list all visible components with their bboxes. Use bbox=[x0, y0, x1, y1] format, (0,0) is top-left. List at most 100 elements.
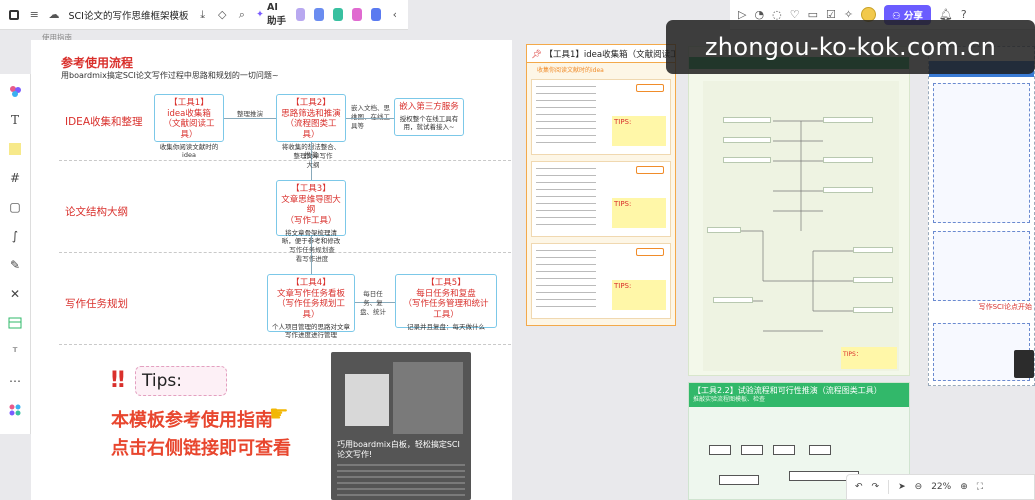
text-tool-icon[interactable]: T bbox=[6, 111, 24, 129]
tool4-box[interactable]: 【工具4】 文章写作任务看板 （写作任务规划工具） 个人项目管理的思路对文章写作… bbox=[267, 274, 355, 339]
plugin-icon-5[interactable] bbox=[370, 8, 381, 21]
outline-panel[interactable] bbox=[933, 231, 1030, 301]
flow-node[interactable] bbox=[709, 445, 731, 455]
mindmap-node[interactable] bbox=[723, 157, 771, 163]
tool2-name: 思路筛选和推演 bbox=[281, 108, 341, 119]
row-divider bbox=[59, 252, 511, 253]
outline-panel[interactable] bbox=[933, 83, 1030, 223]
mindmap-node[interactable] bbox=[723, 137, 771, 143]
mindmap-frame[interactable]: TIPS： bbox=[688, 46, 910, 376]
text-box-icon[interactable]: ᵀ bbox=[6, 343, 24, 361]
tool3-name: 文章思维导图大纲 bbox=[281, 194, 341, 216]
more-tools-icon[interactable]: ⋯ bbox=[6, 372, 24, 390]
zoom-out-icon[interactable]: ⊖ bbox=[915, 482, 923, 492]
mindmap-node[interactable] bbox=[707, 227, 741, 233]
mindmap-node[interactable] bbox=[823, 157, 873, 163]
zoom-toolbar: ↶ ↷ ➤ ⊖ 22% ⊕ ⛶ bbox=[846, 474, 1035, 500]
frame1-title: 📌︎ 【工具1】idea收集箱（文献阅读工具） bbox=[527, 45, 675, 63]
tool2-type: （流程图类工具） bbox=[285, 119, 337, 140]
mindmap-node[interactable] bbox=[713, 297, 753, 303]
sticky-note-icon[interactable] bbox=[6, 140, 24, 158]
mindmap-node[interactable] bbox=[823, 117, 873, 123]
mindmap-node[interactable] bbox=[723, 117, 771, 123]
plugin-icon-3[interactable] bbox=[333, 8, 343, 21]
outline-frame[interactable]: 写作SCI论点开始 bbox=[928, 46, 1035, 386]
flow-node[interactable] bbox=[741, 445, 763, 455]
zoom-in-icon[interactable]: ⊕ bbox=[960, 482, 968, 492]
undo-icon[interactable]: ↶ bbox=[855, 482, 863, 492]
mindmap-node[interactable] bbox=[823, 187, 873, 193]
flow-node[interactable] bbox=[809, 445, 831, 455]
mindmap-canvas[interactable] bbox=[703, 81, 899, 371]
mindmap-node[interactable] bbox=[853, 247, 893, 253]
apps-icon[interactable] bbox=[6, 401, 24, 419]
ai-assistant-button[interactable]: ✦ AI助手 bbox=[256, 2, 287, 27]
pin-icon: 📌︎ bbox=[531, 50, 542, 60]
frame3-header: 【工具2.2】试验流程和可行性推演（流程图类工具） 推敲实验流程图模板、检查 bbox=[689, 383, 909, 407]
menu-icon[interactable]: ≡ bbox=[29, 8, 40, 22]
pointer-icon[interactable]: ➤ bbox=[898, 482, 906, 492]
guide-link-card[interactable]: 巧用boardmix白板，轻松搞定SCI论文写作! bbox=[331, 352, 471, 500]
row-divider bbox=[59, 160, 511, 161]
tool1-title: 【工具1】 bbox=[169, 98, 209, 108]
embed-box[interactable]: 嵌入第三方服务 授权整个在线工具有用，就试着接入~ bbox=[394, 98, 464, 136]
tips-tag: Tips: bbox=[135, 366, 227, 396]
connector-tool-icon[interactable]: ✕ bbox=[6, 285, 24, 303]
color-palette-icon[interactable] bbox=[6, 82, 24, 100]
tool5-title: 【工具5】 bbox=[426, 278, 466, 288]
logo-icon[interactable] bbox=[8, 8, 20, 22]
idea-card[interactable]: TIPS: bbox=[531, 79, 671, 155]
tool3-box[interactable]: 【工具3】 文章思维导图大纲 （写作工具） 将文章骨架梳理清晰，便于参考和修改 bbox=[276, 180, 346, 245]
frame3-subtitle: 推敲实验流程图模板、检查 bbox=[693, 395, 766, 403]
note-daily: 每日任务、复盘、统计 bbox=[360, 290, 386, 316]
tool4-name: 文章写作任务看板 bbox=[276, 288, 345, 299]
tool3-type: （写作工具） bbox=[285, 215, 337, 226]
redo-icon[interactable]: ↷ bbox=[872, 482, 880, 492]
idea-collection-frame[interactable]: 📌︎ 【工具1】idea收集箱（文献阅读工具） 收集你阅读文献时的idea TI… bbox=[526, 44, 676, 326]
guide-text-line2: 点击右侧链接即可查看 bbox=[111, 438, 291, 459]
flow-node[interactable] bbox=[719, 475, 759, 485]
plugin-icon-1[interactable] bbox=[295, 8, 306, 21]
mindmap-node[interactable] bbox=[853, 277, 893, 283]
table-tool-icon[interactable] bbox=[6, 314, 24, 332]
preview-thumbnail bbox=[393, 362, 463, 434]
cloud-icon[interactable]: ☁ bbox=[49, 8, 60, 22]
frame1-subtitle: 收集你阅读文献时的idea bbox=[537, 67, 604, 74]
tag-icon[interactable]: ◇ bbox=[217, 8, 228, 22]
guide-frame[interactable]: 参考使用流程 用boardmix搞定SCI论文写作过程中思路和规划的一切问题~ … bbox=[31, 40, 512, 500]
flow-node[interactable] bbox=[773, 445, 795, 455]
tool2-box[interactable]: 【工具2】 思路筛选和推演 （流程图类工具） 将收集的想法整合、推演 bbox=[276, 94, 346, 159]
fit-screen-icon[interactable]: ⛶ bbox=[977, 482, 983, 492]
frame1-title-text: 【工具1】idea收集箱（文献阅读工具） bbox=[544, 50, 676, 60]
tool1-box[interactable]: 【工具1】 idea收集箱 （文献阅读工具） 收集你阅读文献时的idea bbox=[154, 94, 224, 159]
zoom-level[interactable]: 22% bbox=[931, 482, 951, 492]
card-tag bbox=[636, 248, 664, 256]
plugin-icon-2[interactable] bbox=[314, 8, 325, 21]
board-subtitle: 用boardmix搞定SCI论文写作过程中思路和规划的一切问题~ bbox=[61, 71, 279, 80]
sparkle-icon: ✦ bbox=[256, 9, 264, 20]
frame-tool-icon[interactable]: # bbox=[6, 169, 24, 187]
pointing-hand-icon: ☛ bbox=[269, 402, 289, 427]
side-panel-handle[interactable] bbox=[1014, 350, 1034, 378]
preview-text-lines bbox=[337, 464, 465, 498]
preview-title: 巧用boardmix白板，轻松搞定SCI论文写作! bbox=[337, 440, 460, 460]
mindmap-node[interactable] bbox=[853, 307, 893, 313]
plugin-icon-4[interactable] bbox=[352, 8, 362, 21]
top-toolbar-left: ≡ ☁ SCI论文的写作思维框架模板 ⤓ ◇ ⌕ ✦ AI助手 ‹ bbox=[0, 0, 408, 30]
collapse-chevron-icon[interactable]: ‹ bbox=[390, 8, 401, 22]
search-icon[interactable]: ⌕ bbox=[237, 8, 248, 22]
idea-card[interactable]: TIPS: bbox=[531, 243, 671, 319]
embed-name: 嵌入第三方服务 bbox=[399, 102, 459, 112]
embed-desc: 授权整个在线工具有用，就试着接入~ bbox=[399, 114, 459, 131]
pen-tool-icon[interactable]: ∫ bbox=[6, 227, 24, 245]
tool5-box[interactable]: 【工具5】 每日任务和复盘 （写作任务管理和统计工具） 记录并且复盘：每天做什么 bbox=[395, 274, 497, 331]
idea-card[interactable]: TIPS: bbox=[531, 161, 671, 237]
card-tip: TIPS: bbox=[612, 198, 666, 228]
tool1-desc: 收集你阅读文献时的idea bbox=[159, 142, 219, 159]
download-icon[interactable]: ⤓ bbox=[197, 8, 208, 22]
brush-tool-icon[interactable]: ✎ bbox=[6, 256, 24, 274]
tool4-title: 【工具4】 bbox=[291, 278, 331, 288]
shape-tool-icon[interactable]: ▢ bbox=[6, 198, 24, 216]
document-title[interactable]: SCI论文的写作思维框架模板 bbox=[69, 8, 189, 22]
frame2-tip: TIPS： bbox=[841, 347, 897, 369]
